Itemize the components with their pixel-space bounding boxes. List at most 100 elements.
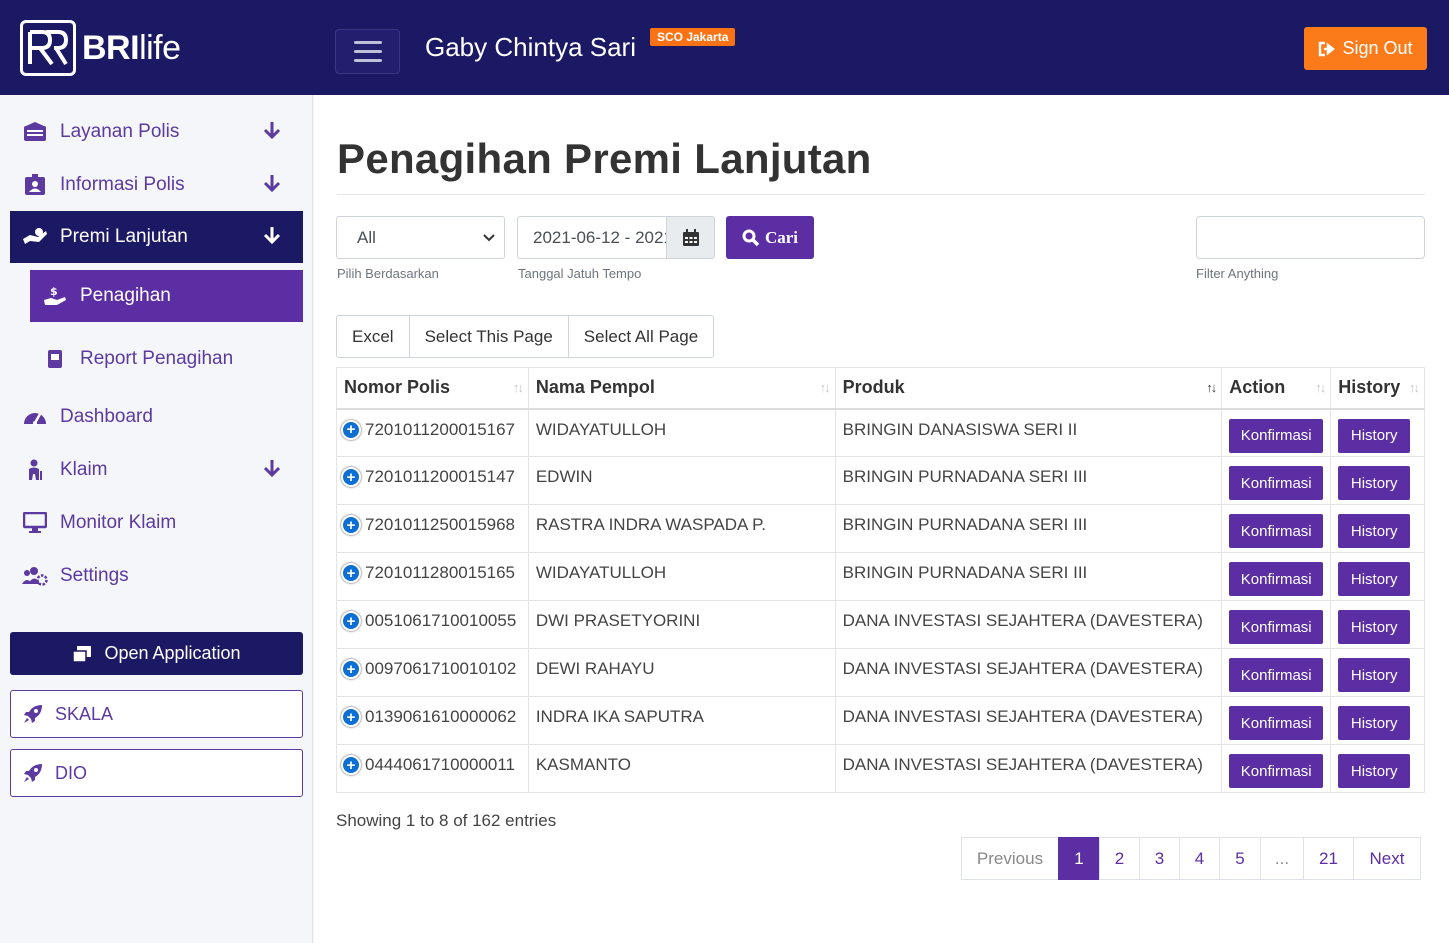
sidebar-item-informasi-polis[interactable]: Informasi Polis bbox=[10, 159, 303, 211]
column-header-produk[interactable]: Produk ↑↓ bbox=[834, 367, 1223, 410]
cell-history: History bbox=[1330, 744, 1425, 793]
user-name: Gaby Chintya Sari bbox=[425, 32, 636, 62]
sidebar-subitem-penagihan[interactable]: $ Penagihan bbox=[30, 270, 303, 322]
page-button-4[interactable]: 4 bbox=[1179, 837, 1220, 880]
arrow-down-icon bbox=[263, 120, 281, 146]
contact-card-icon bbox=[10, 174, 60, 196]
expand-row-icon[interactable]: + bbox=[341, 611, 361, 631]
column-header-action[interactable]: Action ↑↓ bbox=[1221, 367, 1332, 410]
history-button[interactable]: History bbox=[1338, 562, 1411, 596]
cell-nama-pempol: KASMANTO bbox=[527, 744, 836, 793]
expand-row-icon[interactable]: + bbox=[341, 707, 361, 727]
sidebar-subitem-report-penagihan[interactable]: Report Penagihan bbox=[30, 333, 303, 385]
table-header-row: Nomor Polis ↑↓ Nama Pempol ↑↓ Produk ↑↓ Act… bbox=[336, 367, 1425, 410]
history-button[interactable]: History bbox=[1338, 466, 1411, 500]
history-button[interactable]: History bbox=[1338, 706, 1411, 740]
column-header-nomor-polis[interactable]: Nomor Polis ↑↓ bbox=[336, 367, 529, 410]
sort-icon: ↑↓ bbox=[1409, 380, 1420, 395]
cell-nama-pempol: EDWIN bbox=[527, 456, 836, 505]
cell-action: Konfirmasi bbox=[1221, 504, 1332, 553]
expand-row-icon[interactable]: + bbox=[341, 755, 361, 775]
konfirmasi-button[interactable]: Konfirmasi bbox=[1229, 658, 1324, 692]
brand-logo[interactable]: BRIlife bbox=[20, 20, 188, 76]
sign-out-label: Sign Out bbox=[1342, 38, 1413, 58]
cell-nama-pempol: INDRA IKA SAPUTRA bbox=[527, 696, 836, 745]
table-toolbar: Excel Select This Page Select All Page bbox=[336, 315, 715, 358]
cell-action: Konfirmasi bbox=[1221, 648, 1332, 697]
select-this-page-button[interactable]: Select This Page bbox=[408, 315, 569, 358]
sidebar-item-label: Penagihan bbox=[80, 285, 171, 306]
page-button-3[interactable]: 3 bbox=[1139, 837, 1180, 880]
sidebar-item-klaim[interactable]: Klaim bbox=[10, 444, 303, 496]
konfirmasi-button[interactable]: Konfirmasi bbox=[1229, 754, 1324, 788]
column-header-history[interactable]: History ↑↓ bbox=[1330, 367, 1425, 410]
konfirmasi-button[interactable]: Konfirmasi bbox=[1229, 466, 1324, 500]
open-application-button[interactable]: Open Application bbox=[10, 632, 303, 675]
cell-nama-pempol: WIDAYATULLOH bbox=[527, 552, 836, 601]
expand-row-icon[interactable]: + bbox=[341, 563, 361, 583]
sidebar-item-label: Dashboard bbox=[60, 406, 153, 427]
arrow-down-icon bbox=[263, 225, 281, 251]
konfirmasi-button[interactable]: Konfirmasi bbox=[1229, 706, 1324, 740]
filter-anything-input[interactable] bbox=[1196, 216, 1425, 259]
due-date-range-input[interactable]: 2021-06-12 - 2021-07-12 bbox=[517, 216, 667, 259]
konfirmasi-button[interactable]: Konfirmasi bbox=[1229, 562, 1324, 596]
table-row: +0051061710010055 DWI PRASETYORINI DANA IN… bbox=[336, 600, 1425, 649]
cell-nama-pempol: RASTRA INDRA WASPADA P. bbox=[527, 504, 836, 553]
sign-out-button[interactable]: Sign Out bbox=[1304, 27, 1427, 70]
next-page-button[interactable]: Next bbox=[1353, 837, 1421, 880]
expand-row-icon[interactable]: + bbox=[341, 659, 361, 679]
excel-export-button[interactable]: Excel bbox=[336, 315, 410, 358]
app-link-skala[interactable]: SKALA bbox=[10, 690, 303, 738]
table-row: +0139061610000062 INDRA IKA SAPUTRA DANA I… bbox=[336, 696, 1425, 745]
cell-nomor-polis: +0097061710010102 bbox=[336, 648, 529, 697]
filter-by-select[interactable]: All bbox=[336, 216, 505, 259]
cell-nama-pempol: WIDAYATULLOH bbox=[527, 408, 836, 457]
konfirmasi-button[interactable]: Konfirmasi bbox=[1229, 610, 1324, 644]
history-button[interactable]: History bbox=[1338, 658, 1411, 692]
menu-toggle-button[interactable] bbox=[335, 29, 400, 74]
history-button[interactable]: History bbox=[1338, 610, 1411, 644]
cell-produk: DANA INVESTASI SEJAHTERA (DAVESTERA) bbox=[834, 744, 1223, 793]
history-button[interactable]: History bbox=[1338, 754, 1411, 788]
sidebar-item-label: Klaim bbox=[60, 459, 108, 480]
cell-produk: DANA INVESTASI SEJAHTERA (DAVESTERA) bbox=[834, 600, 1223, 649]
sidebar-item-monitor-klaim[interactable]: Monitor Klaim bbox=[10, 497, 303, 549]
page-button-2[interactable]: 2 bbox=[1099, 837, 1140, 880]
sidebar-item-layanan-polis[interactable]: Layanan Polis bbox=[10, 106, 303, 158]
app-link-dio[interactable]: DIO bbox=[10, 749, 303, 797]
filter-by-help: Pilih Berdasarkan bbox=[337, 266, 439, 281]
sidebar-item-premi-lanjutan[interactable]: Premi Lanjutan bbox=[10, 211, 303, 263]
page-button-1[interactable]: 1 bbox=[1058, 837, 1100, 880]
select-all-page-button[interactable]: Select All Page bbox=[567, 315, 715, 358]
column-header-nama-pempol[interactable]: Nama Pempol ↑↓ bbox=[527, 367, 836, 410]
previous-page-button[interactable]: Previous bbox=[961, 837, 1059, 880]
konfirmasi-button[interactable]: Konfirmasi bbox=[1229, 418, 1324, 453]
calendar-button[interactable] bbox=[666, 216, 715, 259]
cell-produk: BRINGIN PURNADANA SERI III bbox=[834, 504, 1223, 553]
expand-row-icon[interactable]: + bbox=[341, 419, 361, 440]
search-button[interactable]: Cari bbox=[726, 216, 814, 259]
history-button[interactable]: History bbox=[1338, 418, 1411, 453]
expand-row-icon[interactable]: + bbox=[341, 467, 361, 487]
svg-text:$: $ bbox=[50, 285, 58, 298]
top-navbar: BRIlife Gaby Chintya Sari SCO Jakarta Si… bbox=[0, 0, 1449, 95]
expand-row-icon[interactable]: + bbox=[341, 515, 361, 535]
history-button[interactable]: History bbox=[1338, 514, 1411, 548]
cell-history: History bbox=[1330, 600, 1425, 649]
id-card-icon bbox=[10, 122, 60, 142]
brand-name: BRIlife bbox=[82, 28, 181, 67]
page-button-5[interactable]: 5 bbox=[1219, 837, 1261, 880]
cell-nomor-polis: +7201011200015167 bbox=[336, 408, 529, 457]
hand-holding-usd-icon bbox=[10, 227, 60, 247]
sidebar-item-settings[interactable]: Settings bbox=[10, 550, 303, 602]
gauge-icon bbox=[10, 407, 60, 427]
cell-action: Konfirmasi bbox=[1221, 744, 1332, 793]
sidebar-item-dashboard[interactable]: Dashboard bbox=[10, 391, 303, 443]
cell-action: Konfirmasi bbox=[1221, 696, 1332, 745]
sidebar: Layanan Polis Informasi Polis Premi Lanj… bbox=[0, 95, 313, 943]
page-button-21[interactable]: 21 bbox=[1303, 837, 1354, 880]
konfirmasi-button[interactable]: Konfirmasi bbox=[1229, 514, 1324, 548]
cell-nomor-polis: +7201011250015968 bbox=[336, 504, 529, 553]
cell-history: History bbox=[1330, 648, 1425, 697]
